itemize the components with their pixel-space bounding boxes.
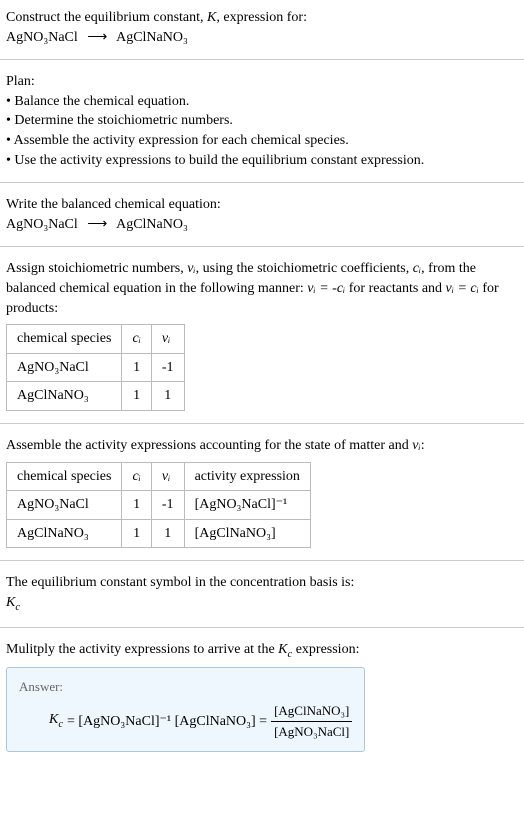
col-activity: activity expression <box>184 462 310 491</box>
table-row: AgClNaNO₃ 1 1 [AgClNaNO₃] <box>7 519 311 548</box>
assign-section: Assign stoichiometric numbers, νᵢ, using… <box>0 251 524 419</box>
assemble-section: Assemble the activity expressions accoun… <box>0 428 524 556</box>
col-species: chemical species <box>7 325 122 354</box>
divider <box>0 627 524 628</box>
assign-d: for reactants and <box>345 281 445 296</box>
assemble-b: : <box>421 438 425 453</box>
table-row: AgNO₃NaCl 1 -1 [AgNO₃NaCl]⁻¹ <box>7 491 311 520</box>
balanced-arrow: ⟶ <box>81 217 113 232</box>
stoich-table-2: chemical species cᵢ νᵢ activity expressi… <box>6 462 311 549</box>
plan-item: Use the activity expressions to build th… <box>6 151 518 171</box>
col-ci: cᵢ <box>122 325 151 354</box>
table-header-row: chemical species cᵢ νᵢ activity expressi… <box>7 462 311 491</box>
nu-i: νᵢ <box>412 438 420 453</box>
reaction-arrow: ⟶ <box>81 30 113 45</box>
assign-text: Assign stoichiometric numbers, νᵢ, using… <box>6 259 518 318</box>
plan-item: Determine the stoichiometric numbers. <box>6 111 518 131</box>
reaction-rhs: AgClNaNO₃ <box>116 30 188 45</box>
multiply-text: Mulitply the activity expressions to arr… <box>6 640 518 662</box>
cell-nui: 1 <box>151 382 184 411</box>
cell-activity: [AgNO₃NaCl]⁻¹ <box>184 491 310 520</box>
k-symbol: K <box>207 10 216 25</box>
kc-symbol: Kc <box>6 593 518 615</box>
assign-b: , using the stoichiometric coefficients, <box>196 261 413 276</box>
col-species: chemical species <box>7 462 122 491</box>
cell-nui: 1 <box>151 519 184 548</box>
table-header-row: chemical species cᵢ νᵢ <box>7 325 185 354</box>
plan-item: Assemble the activity expression for eac… <box>6 131 518 151</box>
balanced-rhs: AgClNaNO₃ <box>116 217 188 232</box>
cell-species: AgClNaNO₃ <box>7 382 122 411</box>
plan-list: Balance the chemical equation. Determine… <box>6 92 518 170</box>
divider <box>0 246 524 247</box>
cell-ci: 1 <box>122 382 151 411</box>
table-row: AgNO₃NaCl 1 -1 <box>7 353 185 382</box>
kc-k: K <box>278 642 287 657</box>
balanced-reaction: AgNO₃NaCl ⟶ AgClNaNO₃ <box>6 215 518 235</box>
divider <box>0 59 524 60</box>
stoich-table-1: chemical species cᵢ νᵢ AgNO₃NaCl 1 -1 Ag… <box>6 324 185 411</box>
fraction-denominator: [AgNO₃NaCl] <box>271 721 352 741</box>
balanced-title: Write the balanced chemical equation: <box>6 195 518 215</box>
cell-ci: 1 <box>122 491 151 520</box>
col-nui: νᵢ <box>151 325 184 354</box>
kc-middle: = [AgNO₃NaCl]⁻¹ [AgClNaNO₃] = <box>67 712 267 732</box>
table-row: AgClNaNO₃ 1 1 <box>7 382 185 411</box>
cell-species: AgClNaNO₃ <box>7 519 122 548</box>
fraction-numerator: [AgClNaNO₃] <box>271 702 352 721</box>
answer-label: Answer: <box>19 678 352 696</box>
cell-ci: 1 <box>122 519 151 548</box>
reaction-lhs: AgNO₃NaCl <box>6 30 78 45</box>
col-ci: cᵢ <box>122 462 151 491</box>
kc-k: K <box>49 712 58 727</box>
balanced-lhs: AgNO₃NaCl <box>6 217 78 232</box>
symbol-section: The equilibrium constant symbol in the c… <box>0 565 524 623</box>
prompt-text-b: , expression for: <box>216 10 307 25</box>
answer-expression: Kc = [AgNO₃NaCl]⁻¹ [AgClNaNO₃] = [AgClNa… <box>19 702 352 741</box>
answer-box: Answer: Kc = [AgNO₃NaCl]⁻¹ [AgClNaNO₃] =… <box>6 667 365 753</box>
eq2: νᵢ = cᵢ <box>446 281 479 296</box>
prompt-line: Construct the equilibrium constant, K, e… <box>6 8 518 28</box>
cell-species: AgNO₃NaCl <box>7 353 122 382</box>
c-i: cᵢ <box>413 261 421 276</box>
symbol-text: The equilibrium constant symbol in the c… <box>6 573 518 593</box>
multiply-section: Mulitply the activity expressions to arr… <box>0 632 524 760</box>
kc-lhs: Kc <box>49 710 63 732</box>
kc-k: K <box>6 595 15 610</box>
eq1: νᵢ = -cᵢ <box>307 281 345 296</box>
assemble-a: Assemble the activity expressions accoun… <box>6 438 412 453</box>
cell-ci: 1 <box>122 353 151 382</box>
cell-activity: [AgClNaNO₃] <box>184 519 310 548</box>
multiply-a: Mulitply the activity expressions to arr… <box>6 642 278 657</box>
plan-section: Plan: Balance the chemical equation. Det… <box>0 64 524 178</box>
cell-nui: -1 <box>151 491 184 520</box>
assemble-text: Assemble the activity expressions accoun… <box>6 436 518 456</box>
plan-item: Balance the chemical equation. <box>6 92 518 112</box>
kc-sub: c <box>58 719 63 730</box>
nu-i: νᵢ <box>187 261 195 276</box>
balanced-section: Write the balanced chemical equation: Ag… <box>0 187 524 242</box>
cell-species: AgNO₃NaCl <box>7 491 122 520</box>
cell-nui: -1 <box>151 353 184 382</box>
divider <box>0 423 524 424</box>
multiply-b: expression: <box>292 642 359 657</box>
kc-sub: c <box>15 602 20 613</box>
assign-a: Assign stoichiometric numbers, <box>6 261 187 276</box>
prompt-section: Construct the equilibrium constant, K, e… <box>0 0 524 55</box>
prompt-text-a: Construct the equilibrium constant, <box>6 10 207 25</box>
divider <box>0 560 524 561</box>
divider <box>0 182 524 183</box>
kc-fraction: [AgClNaNO₃] [AgNO₃NaCl] <box>271 702 352 741</box>
plan-title: Plan: <box>6 72 518 92</box>
reaction-unbalanced: AgNO₃NaCl ⟶ AgClNaNO₃ <box>6 28 518 48</box>
col-nui: νᵢ <box>151 462 184 491</box>
